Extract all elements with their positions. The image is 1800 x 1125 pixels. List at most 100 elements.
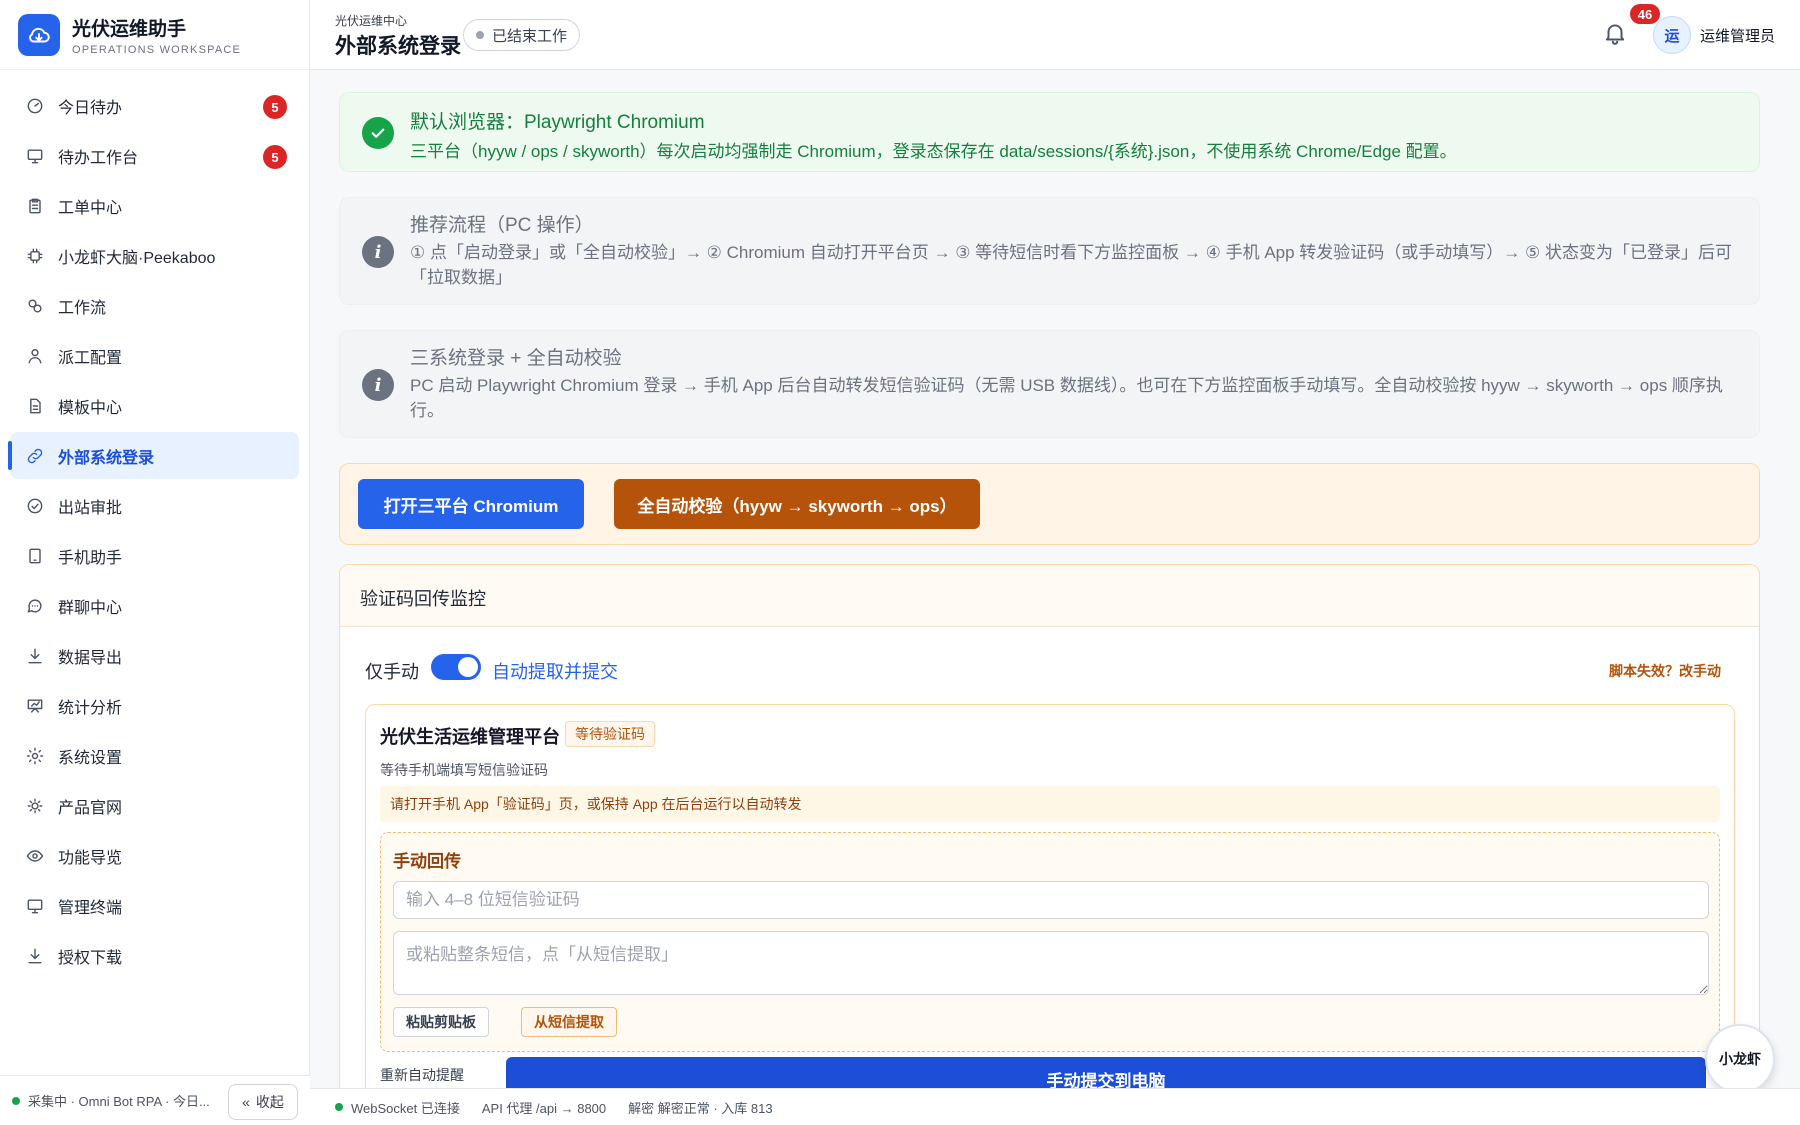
browser-alert-title: 默认浏览器：Playwright Chromium xyxy=(410,112,705,133)
paste-clipboard-button[interactable]: 粘贴剪贴板 xyxy=(393,1007,489,1037)
sidebar-item-label: 派工配置 xyxy=(58,349,123,367)
manual-mode-label: 仅手动 xyxy=(365,662,419,682)
top-header: 光伏运维中心 外部系统登录 已结束工作 46 运 运维管理员 xyxy=(310,0,1800,70)
gauge-icon xyxy=(24,95,46,117)
resend-reminder-link[interactable]: 重新自动提醒 xyxy=(380,1065,464,1085)
assistant-float-button[interactable]: 小龙虾 xyxy=(1705,1024,1775,1094)
sidebar-item-4[interactable]: 小龙虾大脑·Peekaboo xyxy=(10,232,299,279)
sidebar-item-label: 群聊中心 xyxy=(58,599,123,617)
sidebar-item-label: 待办工作台 xyxy=(58,149,139,167)
chip-icon xyxy=(24,245,46,267)
info-icon: i xyxy=(362,236,394,268)
sidebar-item-5[interactable]: 工作流 xyxy=(10,282,299,329)
sidebar-footer: 采集中 · Omni Bot RPA · 今日... « 收起 xyxy=(0,1075,310,1125)
sidebar-item-label: 工单中心 xyxy=(58,199,123,217)
chart-icon xyxy=(24,695,46,717)
tablet-icon xyxy=(24,545,46,567)
clipboard-icon xyxy=(24,195,46,217)
user-name[interactable]: 运维管理员 xyxy=(1700,25,1775,46)
user-icon xyxy=(24,345,46,367)
three-system-alert: i 三系统登录 + 全自动校验 PC 启动 Playwright Chromiu… xyxy=(339,330,1760,438)
extract-from-sms-button[interactable]: 从短信提取 xyxy=(521,1007,617,1037)
count-badge: 5 xyxy=(263,145,287,169)
sidebar-item-6[interactable]: 派工配置 xyxy=(10,332,299,379)
sidebar-item-16[interactable]: 功能导览 xyxy=(10,832,299,879)
decrypt-status: 解密 解密正常 · 入库 813 xyxy=(628,1100,773,1116)
flow-alert: i 推荐流程（PC 操作） ① 点「启动登录」或「全自动校验」→ ② Chrom… xyxy=(339,197,1760,305)
monitor-title: 验证码回传监控 xyxy=(360,589,486,609)
collector-status: 采集中 · Omni Bot RPA · 今日... xyxy=(28,1094,210,1109)
notification-count-badge: 46 xyxy=(1630,4,1660,24)
api-proxy-status: API 代理 /api → 8800 xyxy=(481,1100,607,1116)
count-badge: 5 xyxy=(263,95,287,119)
collapse-label: 收起 xyxy=(255,1094,284,1110)
sidebar-item-15[interactable]: 产品官网 xyxy=(10,782,299,829)
sidebar-item-11[interactable]: 群聊中心 xyxy=(10,582,299,629)
sidebar-item-label: 小龙虾大脑·Peekaboo xyxy=(58,249,216,267)
breadcrumb[interactable]: 光伏运维中心 xyxy=(335,12,407,29)
sidebar-item-label: 出站审批 xyxy=(58,499,123,517)
work-status-badge[interactable]: 已结束工作 xyxy=(463,19,581,51)
auto-submit-toggle[interactable] xyxy=(431,654,481,680)
websocket-status: WebSocket 已连接 xyxy=(351,1100,460,1116)
sidebar-item-13[interactable]: 统计分析 xyxy=(10,682,299,729)
main-content: 默认浏览器：Playwright Chromium 三平台（hyyw / ops… xyxy=(310,70,1800,1088)
monitor-header: 验证码回传监控 xyxy=(340,565,1759,627)
document-icon xyxy=(24,395,46,417)
sidebar-item-10[interactable]: 手机助手 xyxy=(10,532,299,579)
switch-manual-link[interactable]: 脚本失效？改手动 xyxy=(1609,661,1721,681)
sidebar-item-9[interactable]: 出站审批 xyxy=(10,482,299,529)
gear-icon xyxy=(24,745,46,767)
sidebar-item-3[interactable]: 工单中心 xyxy=(10,182,299,229)
sidebar-item-12[interactable]: 数据导出 xyxy=(10,632,299,679)
sms-code-input[interactable] xyxy=(393,881,1709,919)
avatar[interactable]: 运 xyxy=(1653,16,1691,54)
sidebar-item-label: 外部系统登录 xyxy=(58,449,155,467)
sidebar-item-8[interactable]: 外部系统登录 xyxy=(8,432,299,479)
sidebar-item-1[interactable]: 今日待办 5 xyxy=(10,82,299,129)
ws-connected-dot-icon xyxy=(335,1103,343,1111)
auto-mode-label: 自动提取并提交 xyxy=(492,662,618,682)
monitor-icon xyxy=(24,895,46,917)
platform-desc: 等待手机端填写短信验证码 xyxy=(380,762,548,778)
online-dot-icon xyxy=(12,1096,20,1105)
sidebar-item-17[interactable]: 管理终端 xyxy=(10,882,299,929)
bell-icon[interactable] xyxy=(1602,20,1630,48)
browser-alert-body: 三平台（hyyw / ops / skyworth）每次启动均强制走 Chrom… xyxy=(410,142,1457,161)
cloud-logo-icon xyxy=(18,13,60,56)
sms-text-input[interactable] xyxy=(393,931,1709,995)
chat-icon xyxy=(24,595,46,617)
sidebar-item-2[interactable]: 待办工作台 5 xyxy=(10,132,299,179)
open-chromium-button[interactable]: 打开三平台 Chromium xyxy=(358,479,584,529)
sidebar-item-18[interactable]: 授权下载 xyxy=(10,932,299,979)
platform-hint: 请打开手机 App「验证码」页，或保持 App 在后台运行以自动转发 xyxy=(380,786,1720,822)
monitor-icon xyxy=(24,145,46,167)
sidebar-item-label: 工作流 xyxy=(58,299,107,317)
check-circle-icon xyxy=(362,117,394,149)
sidebar-item-label: 功能导览 xyxy=(58,849,123,867)
auto-verify-button[interactable]: 全自动校验（hyyw → skyworth → ops） xyxy=(614,479,980,529)
sidebar-item-label: 管理终端 xyxy=(58,899,123,917)
download-icon xyxy=(24,645,46,667)
sidebar-nav: 今日待办 5 待办工作台 5 工单中心小龙虾大脑·Peekaboo 工作流派工配置模板中心… xyxy=(0,70,309,979)
sidebar-item-label: 统计分析 xyxy=(58,699,123,717)
work-status-label: 已结束工作 xyxy=(492,27,568,45)
sidebar-item-label: 数据导出 xyxy=(58,649,123,667)
action-bar: 打开三平台 Chromium 全自动校验（hyyw → skyworth → o… xyxy=(339,463,1760,545)
sidebar-item-label: 模板中心 xyxy=(58,399,123,417)
manual-submit-button[interactable]: 手动提交到电脑 xyxy=(506,1057,1706,1088)
flow-alert-body: ① 点「启动登录」或「全自动校验」→ ② Chromium 自动打开平台页 → … xyxy=(410,243,1732,287)
manual-return-title: 手动回传 xyxy=(393,852,461,871)
sidebar: 光伏运维助手 OPERATIONS WORKSPACE 今日待办 5 待办工作台 5 工… xyxy=(0,0,310,1125)
link-icon xyxy=(24,445,46,467)
platform-name: 光伏生活运维管理平台 xyxy=(380,727,560,747)
eye-icon xyxy=(24,845,46,867)
flow-icon xyxy=(24,295,46,317)
info-icon: i xyxy=(362,369,394,401)
waiting-code-badge: 等待验证码 xyxy=(565,721,655,747)
check-circle-icon xyxy=(24,495,46,517)
platform-card: 光伏生活运维管理平台 等待验证码 等待手机端填写短信验证码 请打开手机 App「… xyxy=(365,704,1735,1088)
sidebar-item-14[interactable]: 系统设置 xyxy=(10,732,299,779)
collapse-button[interactable]: « 收起 xyxy=(228,1084,298,1120)
sidebar-item-7[interactable]: 模板中心 xyxy=(10,382,299,429)
